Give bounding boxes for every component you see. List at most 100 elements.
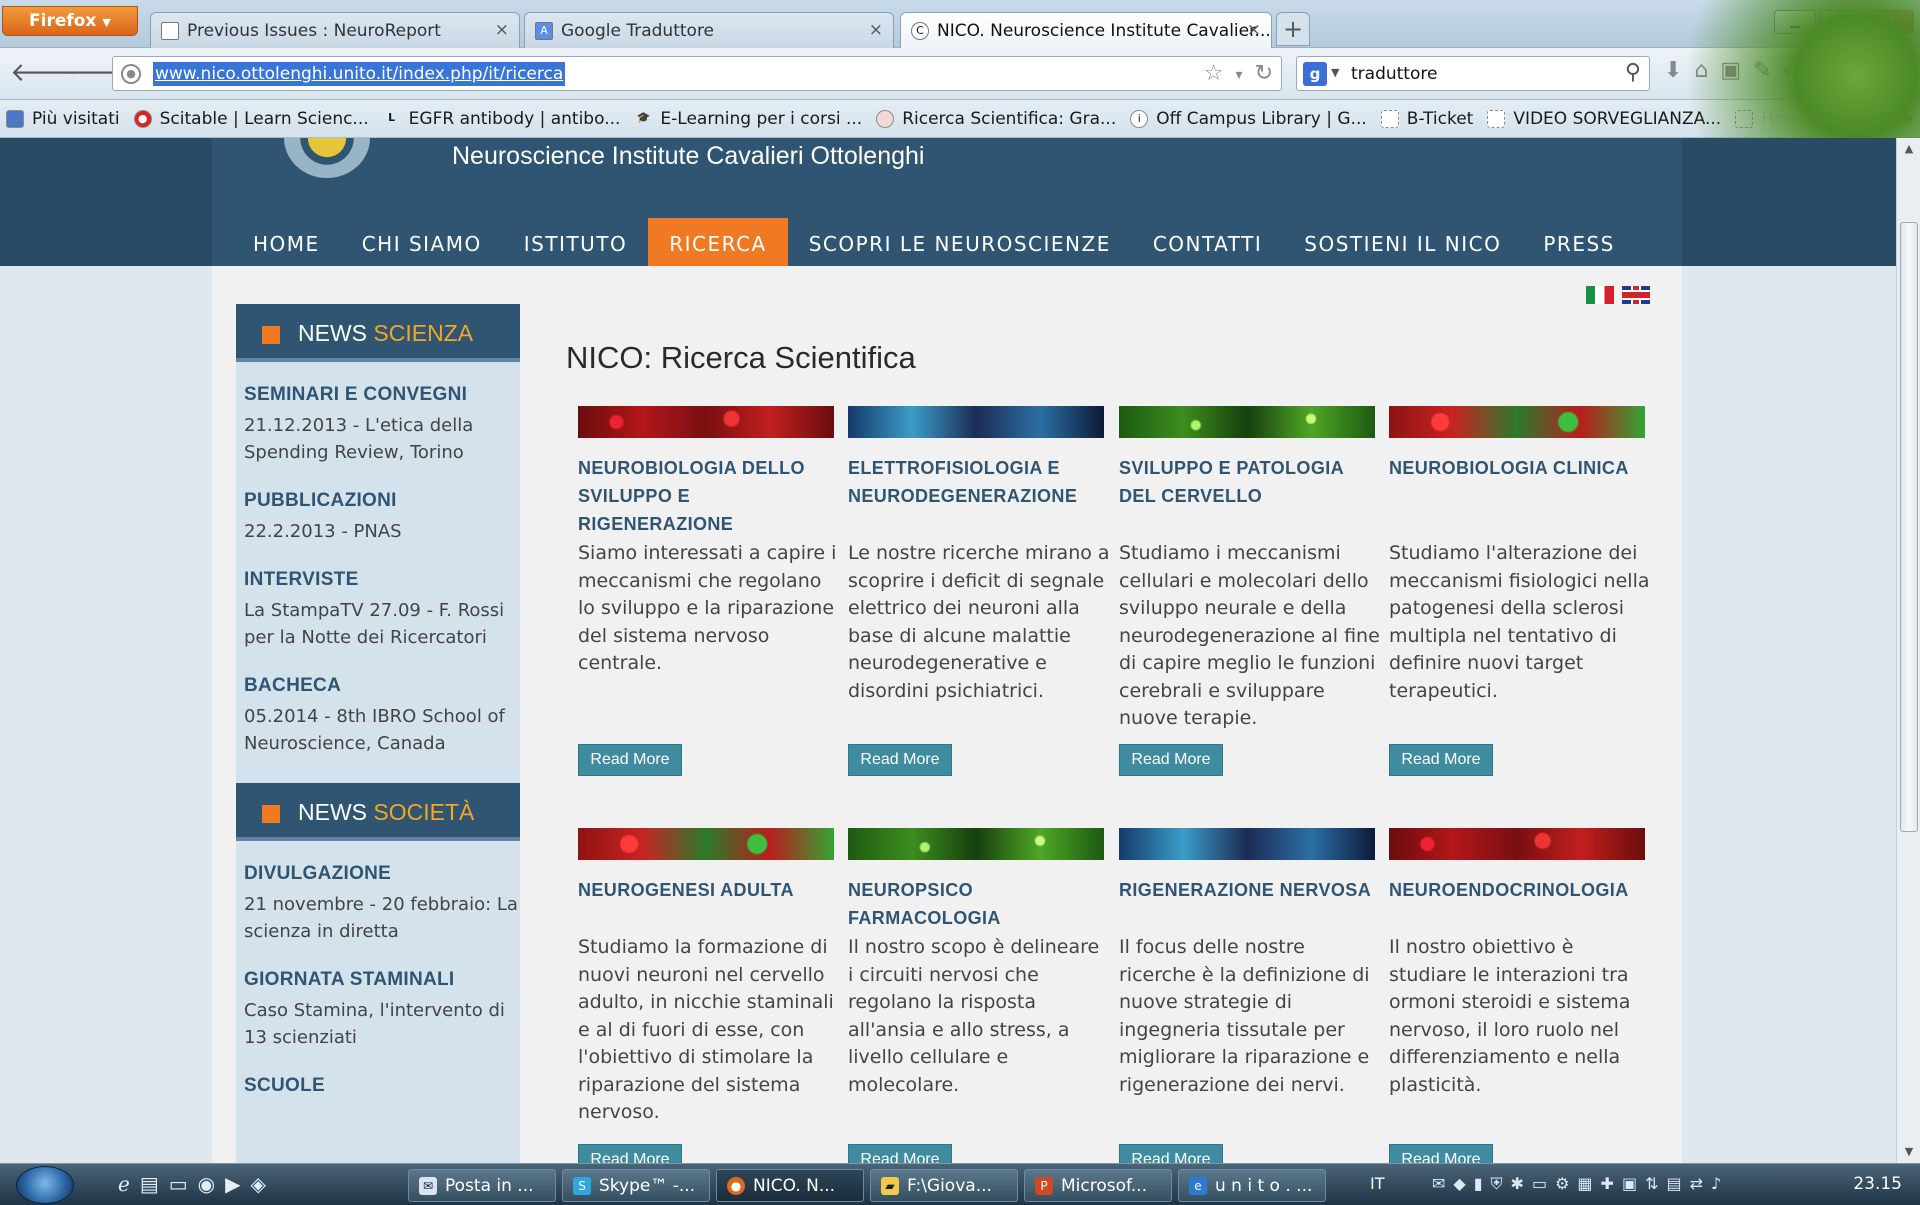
nav-istituto[interactable]: ISTITUTO (503, 218, 649, 266)
news-item-text[interactable]: 21 novembre - 20 febbraio: La scienza in… (244, 891, 520, 945)
close-icon[interactable]: × (869, 20, 883, 40)
restore-button[interactable]: ❐ (1820, 10, 1862, 34)
nav-contatti[interactable]: CONTATTI (1132, 218, 1283, 266)
read-more-button[interactable]: Read More (1389, 1144, 1493, 1163)
language-indicator[interactable]: IT (1370, 1174, 1385, 1193)
windows-start-button[interactable] (16, 1166, 74, 1204)
research-image[interactable] (1389, 406, 1645, 438)
research-image[interactable] (1389, 828, 1645, 860)
news-item-title[interactable]: INTERVISTE (244, 569, 520, 591)
explorer-icon[interactable]: ▤ (140, 1172, 159, 1196)
news-item-title[interactable]: SCUOLE (244, 1075, 520, 1097)
read-more-button[interactable]: Read More (848, 1144, 952, 1163)
taskbar-item-skype[interactable]: S Skype™ -... (562, 1169, 710, 1202)
research-image[interactable] (848, 406, 1104, 438)
close-icon[interactable]: × (1247, 20, 1261, 40)
google-icon[interactable]: g (1303, 62, 1327, 86)
bookmark-item[interactable]: Più visitati (6, 109, 120, 129)
news-item-text[interactable]: 22.2.2013 - PNAS (244, 518, 520, 545)
scrollbar-thumb[interactable] (1900, 222, 1918, 832)
gear-icon[interactable]: ⚙ (1555, 1174, 1569, 1194)
network-icon[interactable]: ◈ (251, 1172, 266, 1196)
research-card-title[interactable]: NEUROENDOCRINOLOGIA (1389, 876, 1649, 904)
bookmark-item[interactable]: Home page - LICEO S... (1735, 109, 1920, 129)
ie-icon[interactable]: ℯ (118, 1172, 130, 1196)
read-more-button[interactable]: Read More (1119, 744, 1223, 776)
research-card-title[interactable]: NEUROGENESI ADULTA (578, 876, 838, 904)
address-bar[interactable]: ● www.nico.ottolenghi.unito.it/index.php… (112, 56, 1282, 91)
taskbar-item-mail[interactable]: ✉ Posta in ... (408, 1169, 556, 1202)
bookmark-item[interactable]: i Off Campus Library | G... (1130, 109, 1367, 129)
url-text[interactable]: www.nico.ottolenghi.unito.it/index.php/i… (153, 62, 566, 86)
forward-arrow-icon[interactable]: 🡒 (62, 58, 132, 90)
volume-icon[interactable]: ♪ (1711, 1174, 1721, 1194)
clock[interactable]: 23.15 (1853, 1174, 1902, 1194)
news-item-text[interactable]: 21.12.2013 - L'etica della Spending Revi… (244, 412, 520, 466)
news-item-title[interactable]: SEMINARI E CONVEGNI (244, 384, 520, 406)
close-icon[interactable]: × (495, 20, 509, 40)
news-item-text[interactable]: Caso Stamina, l'intervento di 13 scienzi… (244, 997, 520, 1051)
news-item-title[interactable]: BACHECA (244, 675, 520, 697)
bookmark-item[interactable]: L EGFR antibody | antibo... (383, 109, 620, 129)
download-icon[interactable]: ⬇ (1664, 58, 1682, 83)
nav-home[interactable]: HOME (232, 218, 341, 266)
bookmark-item[interactable]: 🎓 E-Learning per i corsi ... (634, 109, 863, 129)
shield-icon[interactable]: ⛨ (1491, 1174, 1503, 1194)
calendar-icon[interactable]: ▦ (1577, 1174, 1592, 1194)
security-icon[interactable]: ✚ (1601, 1174, 1614, 1194)
research-card-title[interactable]: RIGENERAZIONE NERVOSA (1119, 876, 1379, 904)
network-tray-icon[interactable]: ⇅ (1645, 1174, 1658, 1194)
tab-nico[interactable]: C NICO. Neuroscience Institute Cavalier.… (900, 12, 1272, 49)
research-image[interactable] (578, 406, 834, 438)
signal-icon[interactable]: ▮ (1474, 1174, 1483, 1194)
nav-chi-siamo[interactable]: CHI SIAMO (341, 218, 503, 266)
addon-icon[interactable]: ✎ (1753, 58, 1771, 83)
vertical-scrollbar[interactable]: ▲ ▼ (1896, 138, 1920, 1163)
news-item-text[interactable]: 05.2014 - 8th IBRO School of Neuroscienc… (244, 703, 520, 757)
uk-flag-icon[interactable] (1622, 286, 1650, 304)
taskbar-item-powerpoint[interactable]: P Microsof... (1024, 1169, 1172, 1202)
home-icon[interactable]: ⌂ (1694, 58, 1708, 83)
taskbar-item-folder[interactable]: ▰ F:\Giova... (870, 1169, 1018, 1202)
nav-scopri-le-neuroscienze[interactable]: SCOPRI LE NEUROSCIENZE (788, 218, 1132, 266)
tray-mail-icon[interactable]: ✉ (1432, 1174, 1445, 1194)
chevron-down-icon[interactable]: ▼ (1331, 66, 1339, 79)
news-item-title[interactable]: GIORNATA STAMINALI (244, 969, 520, 991)
screenshot-icon[interactable]: ▣ (1720, 58, 1741, 83)
tab-google-traduttore[interactable]: A Google Traduttore × (524, 12, 894, 48)
news-item-text[interactable]: La StampaTV 27.09 - F. Rossi per la Nott… (244, 597, 520, 651)
read-more-button[interactable]: Read More (848, 744, 952, 776)
research-card-title[interactable]: NEUROBIOLOGIA DELLO SVILUPPO E RIGENERAZ… (578, 454, 838, 538)
display-icon[interactable]: ▣ (1622, 1174, 1637, 1194)
taskbar-item-firefox[interactable]: ● NICO. N... (716, 1169, 864, 1202)
research-card-title[interactable]: SVILUPPO E PATOLOGIA DEL CERVELLO (1119, 454, 1379, 510)
bookmark-item[interactable]: VIDEO SORVEGLIANZA... (1487, 109, 1721, 129)
bookmark-item[interactable]: ● Scitable | Learn Scienc... (133, 109, 369, 129)
search-bar[interactable]: g ▼ traduttore ⚲ (1296, 56, 1650, 91)
research-card-title[interactable]: NEUROBIOLOGIA CLINICA (1389, 454, 1649, 482)
research-image[interactable] (1119, 828, 1375, 860)
connection-icon[interactable]: ⇄ (1690, 1174, 1703, 1194)
scroll-down-arrow-icon[interactable]: ▼ (1897, 1141, 1920, 1163)
research-card-title[interactable]: ELETTROFISIOLOGIA E NEURODEGENERAZIONE (848, 454, 1108, 510)
bookmark-item[interactable]: Ricerca Scientifica: Gra... (876, 109, 1116, 129)
media-player-icon[interactable]: ▶ (225, 1172, 240, 1196)
tray-acrobat-icon[interactable]: ◆ (1453, 1174, 1465, 1194)
firefox-menu-button[interactable]: Firefox ▼ (2, 6, 138, 36)
news-item-title[interactable]: PUBBLICAZIONI (244, 490, 520, 512)
bookmarks-overflow-icon[interactable]: » (1903, 108, 1914, 129)
clipboard-icon[interactable]: ▤ (1666, 1174, 1681, 1194)
read-more-button[interactable]: Read More (578, 744, 682, 776)
news-item-title[interactable]: DIVULGAZIONE (244, 863, 520, 885)
new-tab-button[interactable]: + (1276, 12, 1310, 46)
nav-sostieni-il-nico[interactable]: SOSTIENI IL NICO (1283, 218, 1522, 266)
research-image[interactable] (578, 828, 834, 860)
bookmark-item[interactable]: B-Ticket (1380, 109, 1473, 129)
read-more-button[interactable]: Read More (1389, 744, 1493, 776)
menu-arrow-icon[interactable]: ▾ (1784, 58, 1791, 83)
read-more-button[interactable]: Read More (578, 1144, 682, 1163)
reload-icon[interactable]: ↻ (1255, 61, 1273, 86)
monitor-icon[interactable]: ▭ (1532, 1174, 1547, 1194)
nav-ricerca[interactable]: RICERCA (648, 218, 788, 266)
scroll-up-arrow-icon[interactable]: ▲ (1897, 138, 1920, 160)
